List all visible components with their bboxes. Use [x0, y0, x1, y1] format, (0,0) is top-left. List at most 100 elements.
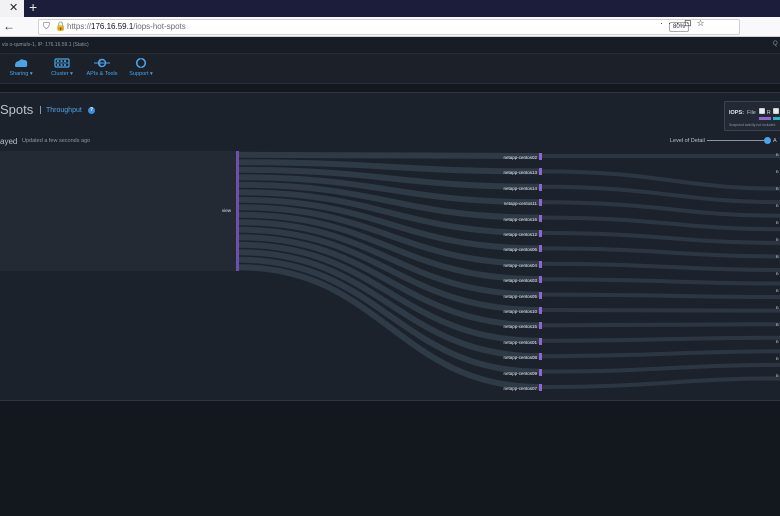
nav-cluster[interactable]: Cluster ▾	[48, 58, 76, 77]
sankey-link	[541, 308, 780, 313]
right-node-label: n	[776, 271, 779, 276]
sankey-node-label: netapp-centos16	[503, 216, 537, 222]
right-node-label: n	[776, 152, 779, 157]
nav-support[interactable]: Support ▾	[126, 58, 156, 77]
sankey-node-bar[interactable]	[539, 276, 542, 284]
write-swatch	[773, 117, 780, 120]
close-tab-icon[interactable]: ✕	[9, 1, 18, 14]
legend-iops-label: IOPS:	[729, 110, 744, 116]
sankey-node-label: netapp-centos06	[503, 247, 537, 253]
right-node-label: n	[776, 254, 779, 259]
throughput-link[interactable]: Throughput	[46, 107, 82, 114]
sankey-link	[541, 292, 780, 300]
url-scheme: https://	[67, 22, 92, 31]
source-node-label: view	[222, 208, 232, 213]
sankey-node-bar[interactable]	[539, 245, 542, 253]
sankey-node-label: netapp-centos02	[503, 155, 537, 160]
sankey-node-bar[interactable]	[539, 260, 542, 268]
right-node-label: n	[776, 373, 779, 378]
sharing-icon	[15, 59, 28, 67]
nav-support-label: Support ▾	[129, 71, 153, 77]
url-path: /iops-hot-spots	[133, 22, 186, 31]
sankey-node-label: netapp-centos12	[503, 232, 537, 237]
sankey-node-label: netapp-centos10	[503, 309, 537, 314]
right-node-label: n	[776, 339, 779, 344]
read-checkbox-label: R	[767, 110, 771, 116]
right-node-label: n	[776, 322, 779, 327]
sankey-node-label: netapp-centos13	[503, 170, 537, 176]
write-checkbox[interactable]	[773, 108, 779, 114]
sankey-node-bar[interactable]	[539, 368, 542, 376]
sankey-link	[541, 349, 780, 359]
right-node-label: n	[776, 203, 779, 208]
level-of-detail-value: A	[773, 138, 777, 144]
sankey-node-bar[interactable]	[539, 168, 542, 176]
cluster-header: vis o-qumulo-1, IP: 176.16.59.1 (Static)…	[0, 37, 780, 54]
cluster-icon	[54, 58, 70, 68]
sankey-node-bar[interactable]	[539, 307, 542, 314]
sankey-node-label: netapp-centos11	[503, 201, 537, 207]
right-node-label: n	[776, 186, 779, 191]
sankey-node-label: netapp-centos09	[503, 370, 537, 376]
read-swatch	[759, 117, 771, 120]
right-node-label: n	[776, 288, 779, 293]
right-node-label: n	[776, 237, 779, 242]
source-node-bar[interactable]	[236, 151, 239, 271]
new-tab-icon[interactable]: +	[29, 0, 37, 15]
sankey-link	[541, 335, 780, 343]
level-of-detail-label: Level of Detail	[670, 138, 705, 144]
browser-tab[interactable]: ✕	[0, 0, 24, 17]
right-node-label: n	[776, 356, 779, 361]
right-node-label: n	[776, 220, 779, 225]
read-checkbox[interactable]	[759, 108, 765, 114]
nav-sharing-label: Sharing ▾	[9, 71, 33, 77]
sankey-node-label: netapp-centos01	[503, 339, 537, 345]
title-separator	[40, 106, 41, 114]
sankey-node-bar[interactable]	[539, 384, 542, 391]
url-text[interactable]: https://176.16.59.1/iops-hot-spots	[67, 22, 186, 31]
sankey-node-label: netapp-centos05	[503, 293, 537, 299]
main-toolbar: Sharing ▾ Cluster ▾ APIs & Tools Support…	[0, 54, 780, 84]
page-actions-icon[interactable]: ···	[660, 18, 684, 28]
status-title: ayed	[0, 137, 18, 146]
sankey-node-bar[interactable]	[539, 322, 542, 330]
nav-cluster-label: Cluster ▾	[51, 71, 73, 77]
nav-apis-tools-label: APIs & Tools	[86, 71, 118, 77]
user-menu[interactable]: Q	[773, 41, 778, 47]
sankey-link	[541, 200, 780, 218]
address-bar[interactable]: ⛉ 🔒 https://176.16.59.1/iops-hot-spots 8…	[38, 19, 740, 35]
level-of-detail-track[interactable]	[707, 140, 767, 141]
cluster-info: vis o-qumulo-1, IP: 176.16.59.1 (Static)	[2, 42, 89, 48]
insecure-lock-icon[interactable]: 🔒	[55, 21, 66, 32]
sankey-node-bar[interactable]	[539, 214, 542, 222]
legend-file-label: File	[747, 110, 756, 116]
right-node-label: n	[776, 169, 779, 174]
sankey-link	[541, 362, 780, 374]
sankey-node-bar[interactable]	[539, 353, 542, 361]
nav-sharing[interactable]: Sharing ▾	[6, 58, 36, 77]
sankey-node-bar[interactable]	[539, 230, 542, 237]
legend-note: Snapshot activity not included	[729, 123, 776, 127]
url-host: 176.16.59.1	[91, 22, 134, 31]
sankey-node-bar[interactable]	[539, 183, 542, 191]
sankey-node-bar[interactable]	[539, 291, 542, 299]
sankey-node-bar[interactable]	[539, 337, 542, 345]
iops-legend: IOPS: File R Snapshot activity not inclu…	[724, 101, 780, 131]
nav-apis-tools[interactable]: APIs & Tools	[84, 58, 120, 77]
pocket-icon[interactable]: ⊡	[684, 18, 697, 28]
sankey-node-label: netapp-centos07	[503, 386, 537, 391]
sankey-node-bar[interactable]	[539, 199, 542, 207]
updated-timestamp: Updated a few seconds ago	[22, 138, 91, 144]
sankey-node-bar[interactable]	[539, 153, 542, 160]
sankey-node-label: netapp-centos03	[503, 278, 537, 284]
sankey-link	[541, 261, 780, 272]
support-icon	[135, 58, 147, 68]
browser-tab-bar: ✕ +	[0, 0, 780, 17]
shield-icon[interactable]: ⛉	[43, 21, 50, 32]
bookmark-star-icon[interactable]: ☆	[697, 18, 710, 28]
sankey-links	[238, 151, 780, 390]
help-icon[interactable]: ?	[88, 107, 95, 114]
sankey-link	[541, 322, 780, 328]
level-of-detail-slider-thumb[interactable]	[764, 137, 771, 144]
back-arrow-icon[interactable]: ←	[3, 19, 15, 33]
